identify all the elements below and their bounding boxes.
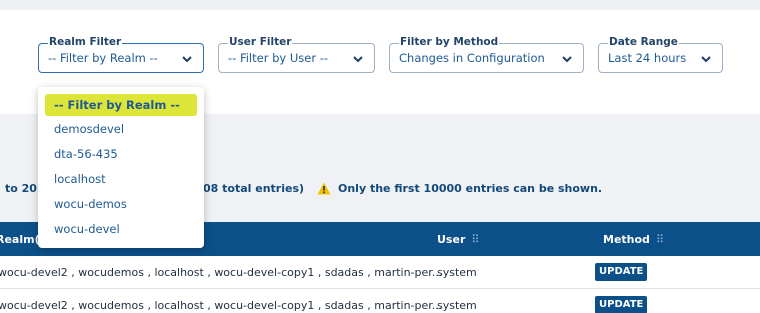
realm-option-localhost[interactable]: localhost — [54, 172, 106, 186]
method-badge: UPDATE — [595, 263, 648, 281]
header-user[interactable]: User ⠿ — [437, 233, 479, 246]
header-method[interactable]: Method ⠿ — [603, 233, 664, 246]
entries-status: to 20 — [5, 182, 37, 195]
realm-dropdown-menu: -- Filter by Realm -- demosdevel dta-56-… — [38, 87, 204, 248]
range-to: 20 — [21, 182, 37, 195]
row-user: system — [437, 299, 477, 312]
header-method-label: Method — [603, 233, 650, 246]
header-user-label: User — [437, 233, 466, 246]
realm-filter-label: Realm Filter — [48, 35, 123, 49]
total-entries-text: 08 total entries) — [203, 182, 305, 195]
table-row[interactable]: wocu-devel2 , wocudemos , localhost , wo… — [0, 289, 760, 313]
date-range-value: Last 24 hours — [608, 51, 687, 65]
top-strip — [0, 0, 760, 10]
drag-grip-icon[interactable]: ⠿ — [471, 233, 479, 246]
chevron-down-icon — [562, 56, 572, 63]
realm-option-dta-56-435[interactable]: dta-56-435 — [54, 147, 118, 161]
user-filter-label: User Filter — [228, 35, 293, 49]
realm-option-all[interactable]: -- Filter by Realm -- — [45, 94, 197, 116]
realm-option-demosdevel[interactable]: demosdevel — [54, 122, 124, 136]
method-filter-value: Changes in Configuration — [399, 51, 545, 65]
row-user: system — [437, 266, 477, 279]
method-filter-label: Filter by Method — [399, 35, 500, 49]
method-badge: UPDATE — [595, 296, 648, 313]
entries-limit-warning: Only the first 10000 entries can be show… — [338, 182, 603, 195]
drag-grip-icon[interactable]: ⠿ — [656, 233, 664, 246]
realm-option-wocu-devel[interactable]: wocu-devel — [54, 222, 120, 236]
chevron-down-icon — [353, 56, 363, 63]
date-range-label: Date Range — [608, 35, 679, 49]
realm-option-wocu-demos[interactable]: wocu-demos — [54, 197, 127, 211]
warning-icon — [317, 182, 331, 195]
row-realms: wocu-devel2 , wocudemos , localhost , wo… — [0, 266, 443, 279]
chevron-down-icon — [182, 56, 192, 63]
row-realms: wocu-devel2 , wocudemos , localhost , wo… — [0, 299, 443, 312]
range-prefix: to — [5, 182, 22, 195]
chevron-down-icon — [701, 56, 711, 63]
realm-filter-value: -- Filter by Realm -- — [48, 51, 158, 65]
table-row[interactable]: wocu-devel2 , wocudemos , localhost , wo… — [0, 256, 760, 289]
user-filter-value: -- Filter by User -- — [228, 51, 329, 65]
